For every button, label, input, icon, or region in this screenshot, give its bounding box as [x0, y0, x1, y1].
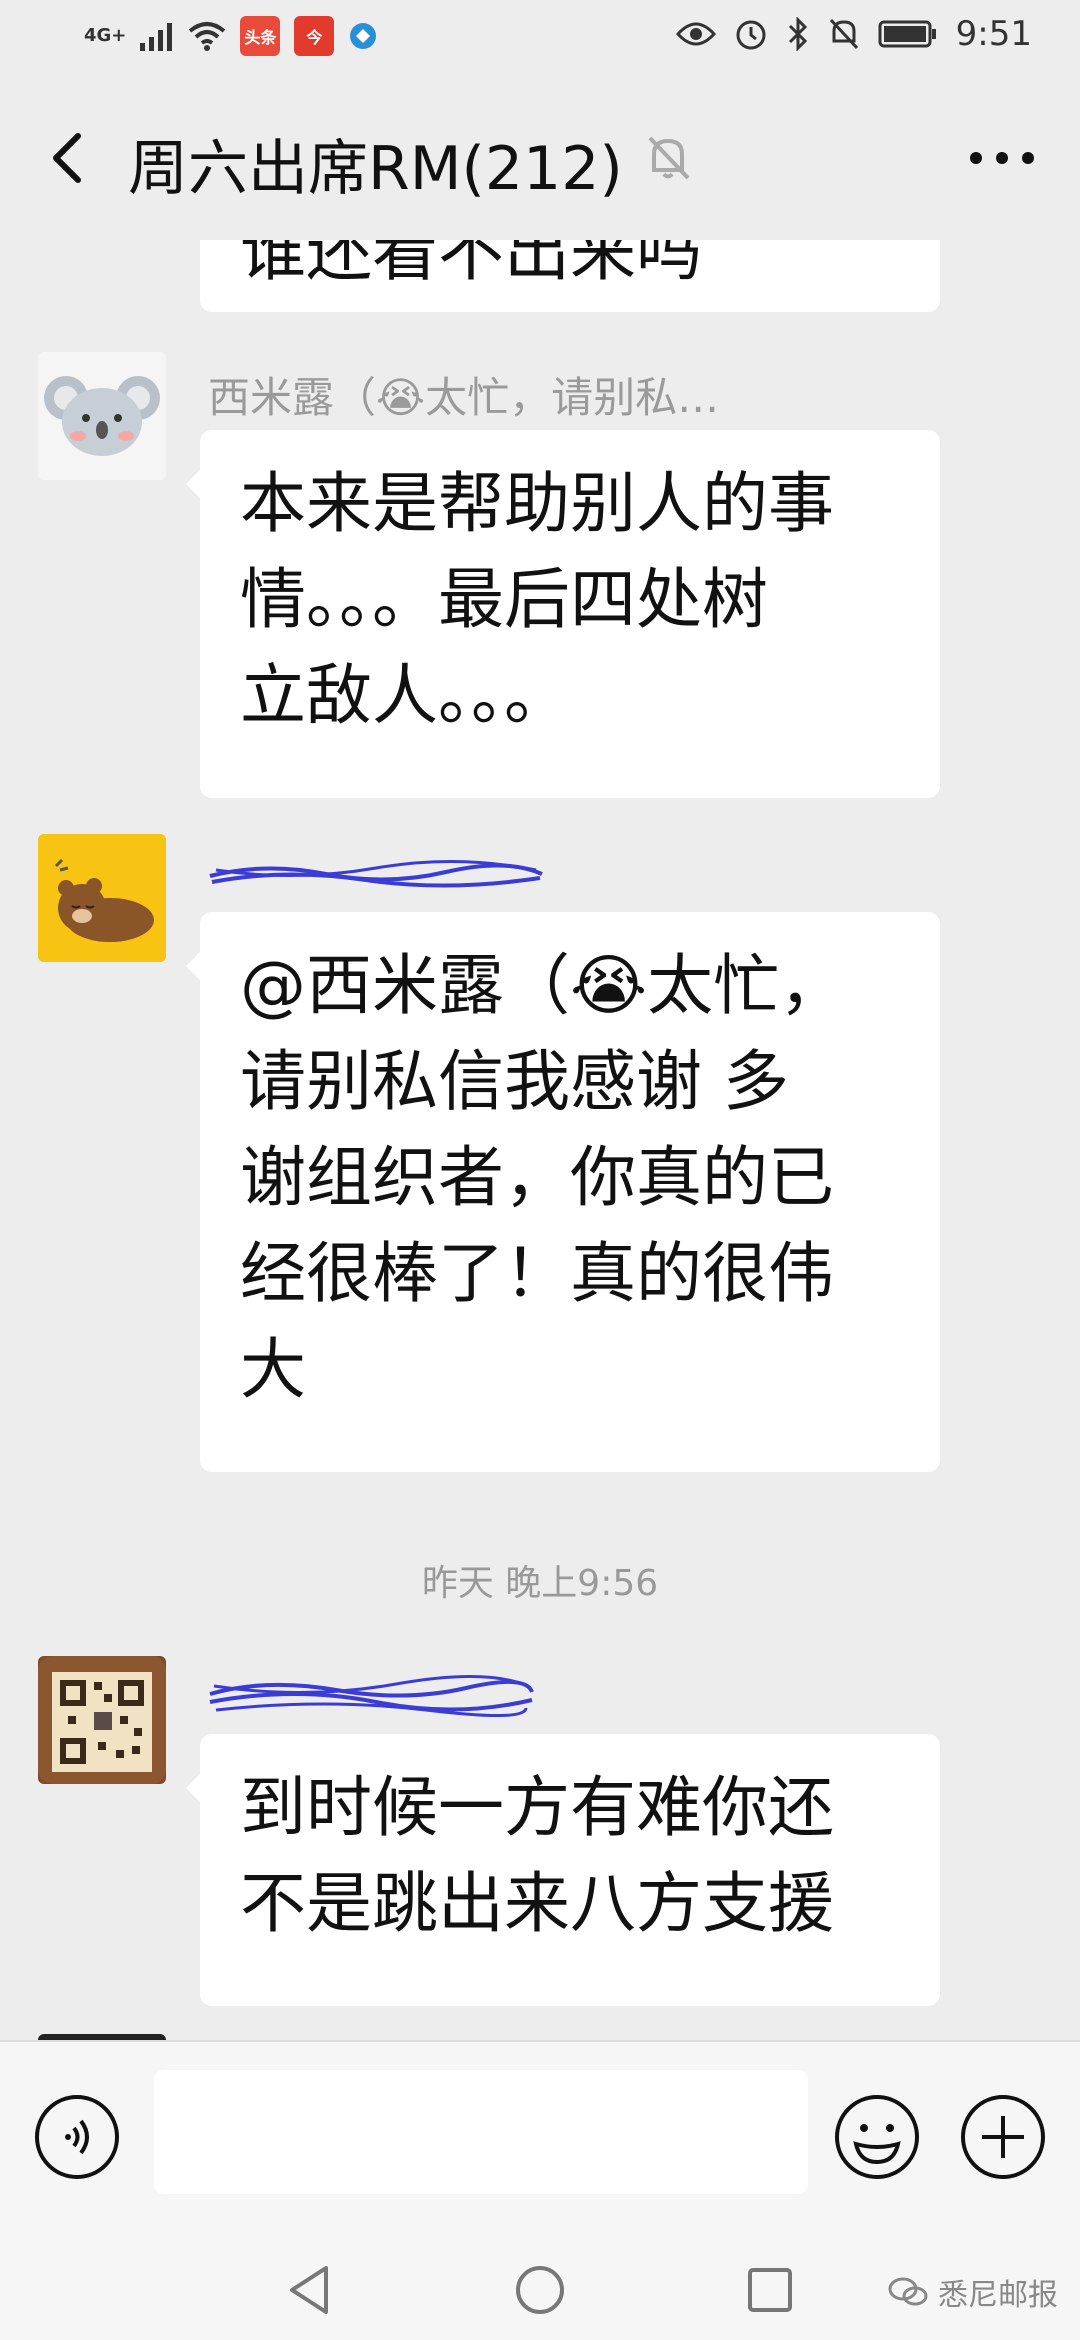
eye-icon: [675, 22, 716, 46]
more-options-icon[interactable]: [964, 130, 1040, 186]
status-left: 4G+ 头条 今: [84, 16, 378, 56]
jin-badge-icon: 今: [294, 16, 335, 56]
message-bubble[interactable]: @西米露（😭太忙， 请别私信我感谢 多 谢组织者，你真的已 经很棒了！真的很伟 …: [186, 912, 940, 1472]
status-right: 9:51: [675, 14, 1032, 54]
message-line: 情。。。最后四处树: [240, 561, 768, 638]
emoji-icon[interactable]: [834, 2094, 920, 2180]
message-line: 立敌人。。。: [240, 657, 570, 734]
plus-icon[interactable]: [960, 2094, 1046, 2180]
message-list[interactable]: 谁还看不出来吗 西米露（😭太忙，请别私… 本来是帮助别人的事 情。。。最后四处树…: [0, 240, 1080, 2040]
message-line: 大: [240, 1331, 306, 1408]
message-line: 谢组织者，你真的已: [240, 1139, 834, 1216]
chat-title: 周六出席RM(212): [128, 134, 623, 204]
sender-name: 西米露（😭太忙，请别私…: [208, 373, 720, 422]
koala-icon: [38, 352, 166, 480]
alarm-icon: [736, 20, 766, 50]
watermark-text: 悉尼邮报: [938, 2278, 1058, 2313]
mute-bell-icon: [648, 136, 690, 180]
system-nav-bar: 悉尼邮报: [0, 2240, 1080, 2340]
sleeping-bear-icon: [38, 834, 166, 962]
avatar-koala[interactable]: [38, 352, 166, 480]
input-bar: [0, 2040, 1080, 2242]
redacted-name-scribble: [209, 1675, 534, 1718]
watermark: 悉尼邮报: [888, 2270, 1058, 2314]
nav-back-icon[interactable]: [282, 2262, 338, 2318]
message-input[interactable]: [154, 2070, 808, 2194]
message-line: 本来是帮助别人的事: [240, 465, 834, 542]
message-bubble-partial[interactable]: 谁还看不出来吗: [200, 240, 940, 312]
chat-header: 周六出席RM(212): [0, 80, 1080, 240]
message-line: 不是跳出来八方支援: [240, 1865, 834, 1942]
message-line: 到时候一方有难你还: [240, 1769, 834, 1846]
message-line: @西米露（😭太忙，: [240, 947, 846, 1024]
avatar-qr[interactable]: [38, 1656, 166, 1784]
message-bubble[interactable]: 到时候一方有难你还 不是跳出来八方支援: [186, 1734, 940, 2006]
bluetooth-icon: [788, 17, 807, 51]
browser-icon: [350, 23, 377, 49]
avatar-bear[interactable]: [38, 834, 166, 962]
nav-recent-icon[interactable]: [742, 2262, 798, 2318]
message-line: 经很棒了！真的很伟: [240, 1235, 834, 1312]
message-bubble[interactable]: 本来是帮助别人的事 情。。。最后四处树 立敌人。。。: [186, 430, 940, 798]
wechat-logo-icon: [888, 2277, 928, 2306]
wifi-icon: [189, 22, 226, 51]
timestamp: 昨天 晚上9:56: [421, 1563, 659, 1604]
nav-home-icon[interactable]: [512, 2262, 568, 2318]
back-arrow-icon[interactable]: [40, 128, 100, 188]
voice-input-icon[interactable]: [34, 2094, 120, 2180]
network-indicator: 4G+: [84, 25, 127, 46]
status-time: 9:51: [955, 14, 1032, 54]
status-bar: 4G+ 头条 今 9:51: [0, 0, 1080, 80]
toutiao-badge-icon: 头条: [240, 16, 281, 56]
battery-icon: [878, 20, 936, 48]
message-line: 请别私信我感谢 多: [240, 1043, 789, 1120]
signal-icon: [140, 23, 173, 51]
redacted-name-scribble: [209, 859, 543, 888]
message-text: 谁还看不出来吗: [240, 240, 702, 290]
mute-bell-icon: [829, 18, 858, 50]
qr-code-icon: [38, 1656, 166, 1784]
